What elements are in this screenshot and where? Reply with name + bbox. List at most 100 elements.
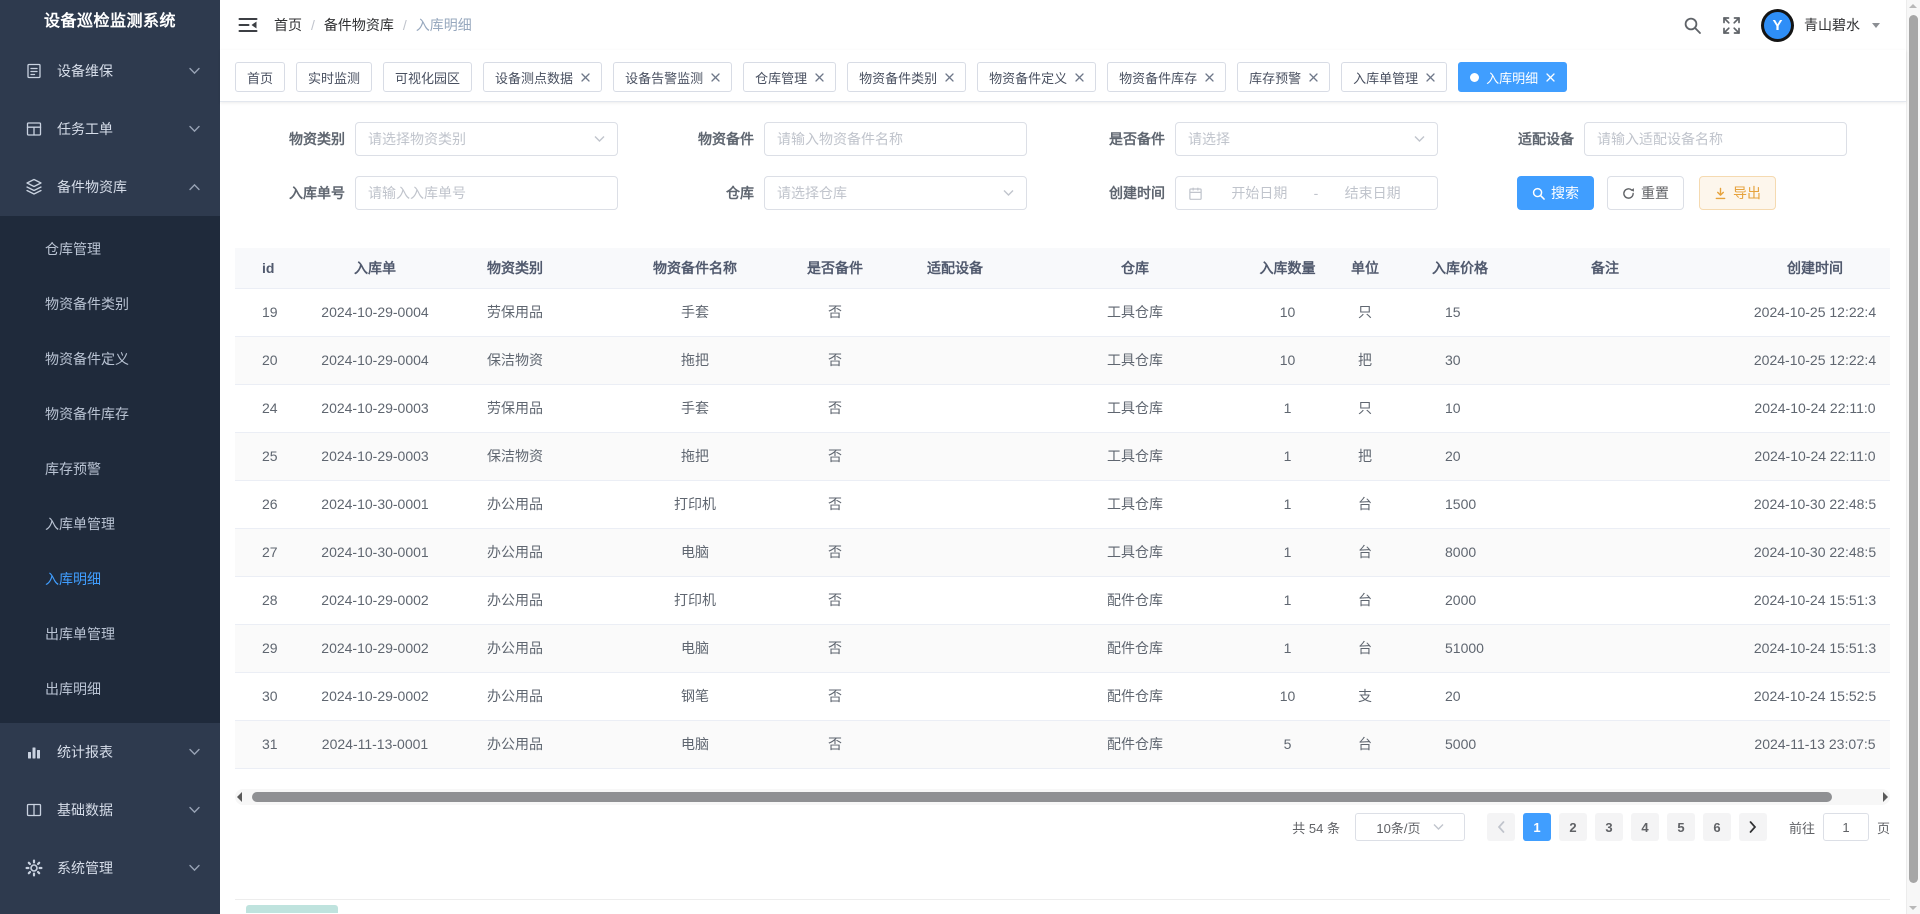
tab-close-icon[interactable] (1205, 73, 1214, 82)
is-spare-select[interactable]: 请选择 (1175, 122, 1438, 156)
scroll-down-arrow-icon[interactable] (1909, 906, 1917, 910)
adapted-device-input[interactable] (1584, 122, 1847, 156)
sidebar-collapse-icon[interactable] (238, 16, 258, 34)
tab-item[interactable]: 可视化园区 (383, 62, 472, 92)
vertical-scrollbar[interactable] (1906, 0, 1920, 914)
table-cell: 2024-10-25 12:22:4 (1685, 336, 1890, 384)
table-cell: 2000 (1395, 576, 1525, 624)
page-button[interactable]: 3 (1595, 813, 1623, 841)
sidebar-submenu-item[interactable]: 物资备件定义 (0, 332, 220, 387)
horizontal-scrollbar[interactable] (235, 789, 1890, 805)
tab-close-icon[interactable] (945, 73, 954, 82)
sidebar-submenu-item[interactable]: 出库明细 (0, 662, 220, 717)
tab-item[interactable]: 仓库管理 (743, 62, 836, 92)
material-category-select[interactable]: 请选择物资类别 (355, 122, 618, 156)
page-jump-input[interactable] (1823, 813, 1869, 841)
filter-label: 入库单号 (225, 176, 355, 210)
tab-item[interactable]: 设备告警监测 (613, 62, 732, 92)
tab-item[interactable]: 实时监测 (296, 62, 372, 92)
fullscreen-icon[interactable] (1722, 16, 1741, 35)
tab-item[interactable]: 库存预警 (1237, 62, 1330, 92)
search-button[interactable]: 搜索 (1517, 176, 1594, 210)
end-date-placeholder[interactable]: 结束日期 (1320, 183, 1425, 203)
sidebar-menu-item[interactable]: 设备维保 (0, 42, 220, 100)
table-cell: 30 (235, 672, 320, 720)
export-button[interactable]: 导出 (1699, 176, 1776, 210)
tab-close-icon[interactable] (1309, 73, 1318, 82)
next-page-button[interactable] (1739, 813, 1767, 841)
chevron-down-icon (594, 135, 605, 143)
inbound-no-input[interactable] (355, 176, 618, 210)
sidebar-submenu-item-active[interactable]: 入库明细 (0, 552, 220, 607)
table-cell: 否 (790, 720, 880, 768)
page-size-select[interactable]: 10条/页 (1355, 813, 1465, 841)
table-cell: 配件仓库 (1030, 720, 1240, 768)
tab-close-icon[interactable] (711, 73, 720, 82)
search-icon[interactable] (1683, 16, 1702, 35)
table-cell: 台 (1335, 624, 1395, 672)
table-cell: 20 (235, 336, 320, 384)
table-cell: 2024-10-29-0003 (320, 432, 430, 480)
sidebar-submenu-item[interactable]: 库存预警 (0, 442, 220, 497)
tab-close-icon[interactable] (1426, 73, 1435, 82)
page-button-active[interactable]: 1 (1523, 813, 1551, 841)
warehouse-select[interactable]: 请选择仓库 (764, 176, 1027, 210)
start-date-placeholder[interactable]: 开始日期 (1207, 183, 1312, 203)
date-range-picker[interactable]: 开始日期 - 结束日期 (1175, 176, 1438, 210)
tab-active[interactable]: 入库明细 (1458, 62, 1567, 92)
tab-close-icon[interactable] (1546, 73, 1555, 82)
sidebar-submenu-item[interactable]: 仓库管理 (0, 222, 220, 277)
tab-item[interactable]: 入库单管理 (1341, 62, 1447, 92)
tab-item[interactable]: 首页 (235, 62, 285, 92)
table-cell (880, 576, 1030, 624)
tab-close-icon[interactable] (581, 73, 590, 82)
sidebar-submenu-item[interactable]: 出库单管理 (0, 607, 220, 662)
filter-label: 仓库 (634, 176, 764, 210)
page-button[interactable]: 4 (1631, 813, 1659, 841)
table-cell: 电脑 (600, 624, 790, 672)
sidebar-menu-label: 基础数据 (57, 800, 113, 820)
table-row: 252024-10-29-0003保洁物资拖把否工具仓库1把202024-10-… (235, 432, 1890, 480)
scroll-right-arrow-icon[interactable] (1883, 792, 1888, 802)
sidebar-submenu-item[interactable]: 物资备件库存 (0, 387, 220, 442)
vertical-scrollbar-thumb[interactable] (1909, 15, 1918, 883)
sidebar-menu-item[interactable]: 系统管理 (0, 839, 220, 897)
table-cell: 办公用品 (430, 672, 600, 720)
table-cell: 否 (790, 576, 880, 624)
breadcrumb-parent[interactable]: 备件物资库 (324, 15, 394, 35)
tab-item[interactable]: 物资备件库存 (1107, 62, 1226, 92)
tab-item[interactable]: 物资备件类别 (847, 62, 966, 92)
scroll-left-arrow-icon[interactable] (237, 792, 242, 802)
sidebar-menu-item[interactable]: 基础数据 (0, 781, 220, 839)
reset-button[interactable]: 重置 (1607, 176, 1684, 210)
tab-item[interactable]: 设备测点数据 (483, 62, 602, 92)
date-separator: - (1312, 185, 1321, 201)
table-cell: 劳保用品 (430, 384, 600, 432)
sidebar-submenu-item[interactable]: 物资备件类别 (0, 277, 220, 332)
user-menu[interactable]: Y 青山碧水 (1761, 9, 1880, 42)
breadcrumb-home[interactable]: 首页 (274, 15, 302, 35)
table-row: 282024-10-29-0002办公用品打印机否配件仓库1台20002024-… (235, 576, 1890, 624)
sidebar-menu-item[interactable]: 备件物资库 (0, 158, 220, 216)
sidebar-menu-label: 备件物资库 (57, 177, 127, 197)
horizontal-scrollbar-thumb[interactable] (252, 792, 1832, 802)
table-cell: 钢笔 (600, 672, 790, 720)
table-cell: 工具仓库 (1030, 480, 1240, 528)
page-button[interactable]: 6 (1703, 813, 1731, 841)
tab-close-icon[interactable] (1075, 73, 1084, 82)
sidebar-menu-item[interactable]: 任务工单 (0, 100, 220, 158)
tab-item[interactable]: 物资备件定义 (977, 62, 1096, 92)
table-cell: 2024-10-24 15:51:3 (1685, 624, 1890, 672)
filter-label: 物资类别 (225, 122, 355, 156)
page-button[interactable]: 5 (1667, 813, 1695, 841)
tab-label: 入库单管理 (1353, 68, 1418, 87)
sidebar-menu-item[interactable]: 统计报表 (0, 723, 220, 781)
download-icon (1714, 187, 1727, 200)
page-button[interactable]: 2 (1559, 813, 1587, 841)
tab-close-icon[interactable] (815, 73, 824, 82)
scroll-up-arrow-icon[interactable] (1909, 4, 1917, 8)
prev-page-button[interactable] (1487, 813, 1515, 841)
sidebar-submenu-item[interactable]: 入库单管理 (0, 497, 220, 552)
material-part-input[interactable] (764, 122, 1027, 156)
table-cell: 配件仓库 (1030, 672, 1240, 720)
